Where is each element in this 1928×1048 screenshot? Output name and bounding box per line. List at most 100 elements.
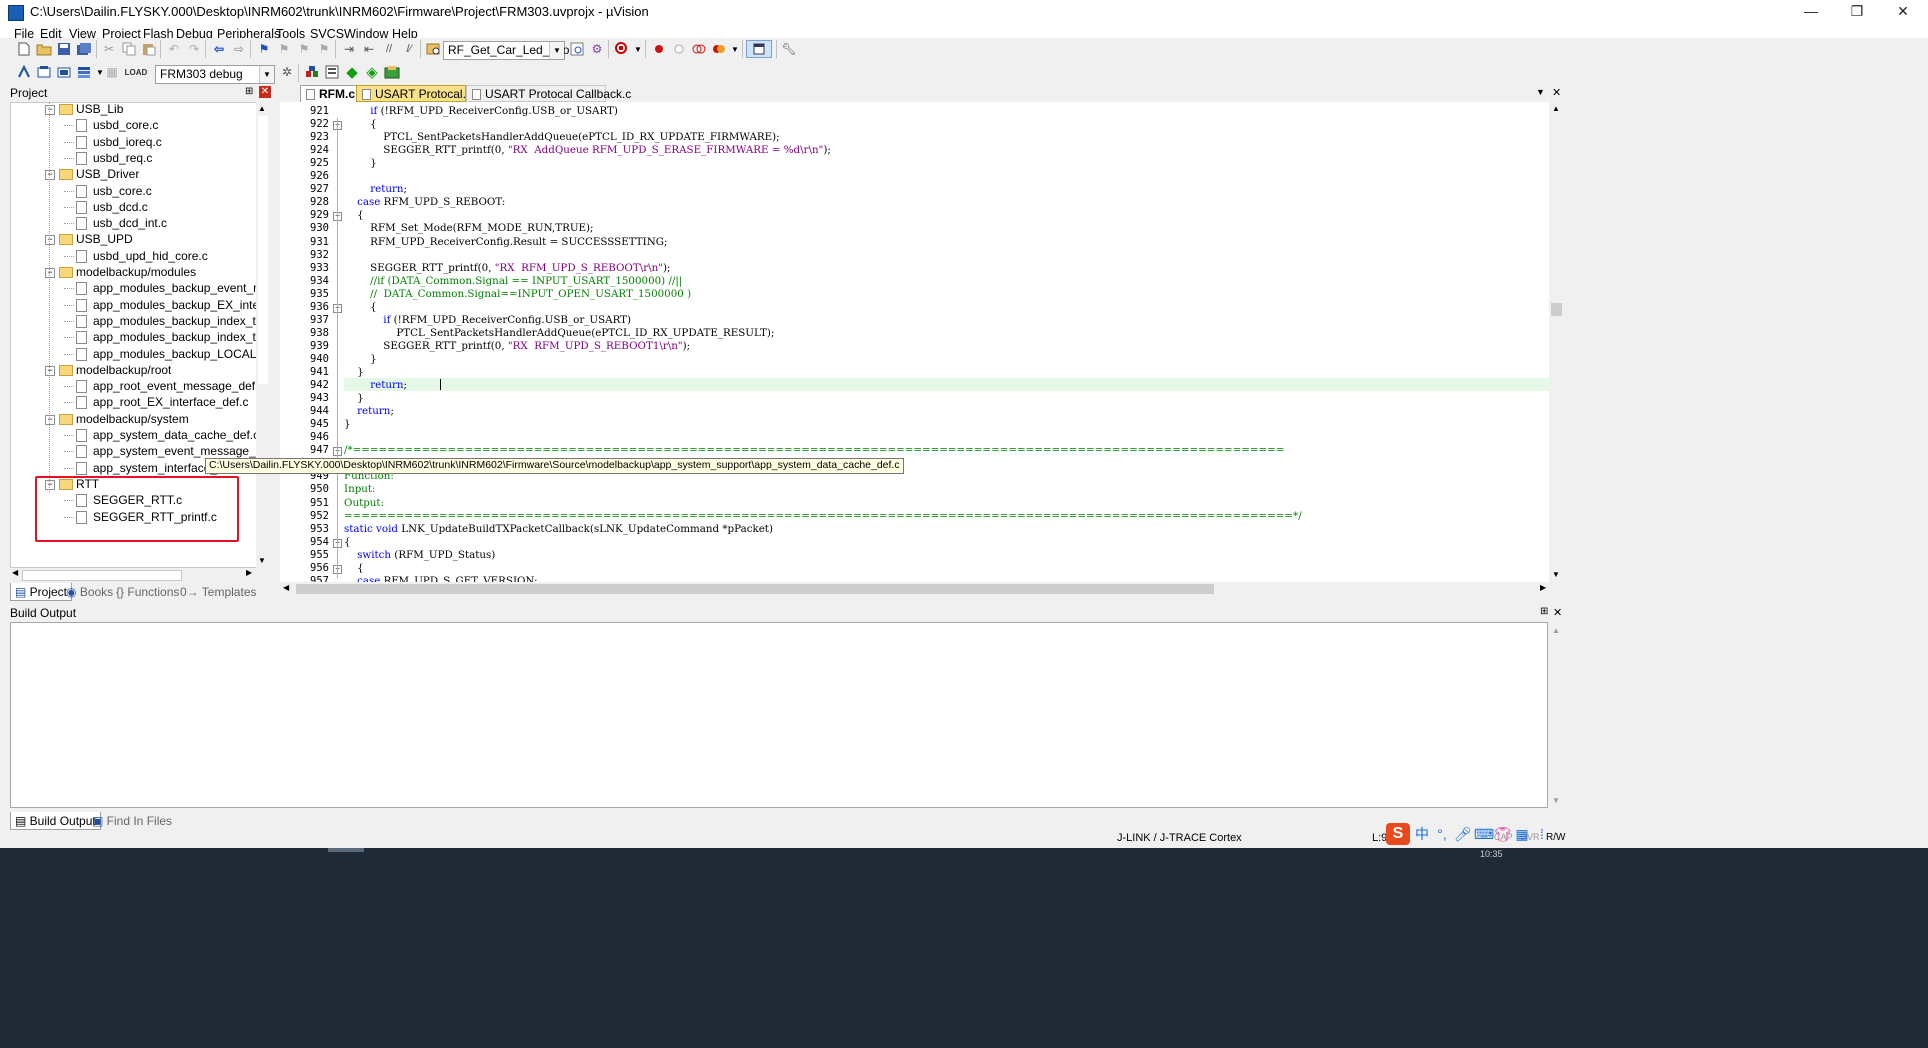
tree-collapse-toggle[interactable]: − [45,366,55,376]
tree-folder[interactable]: modelbackup/root [76,362,171,378]
tree-collapse-toggle[interactable]: − [45,170,55,180]
scroll-down-icon[interactable]: ▼ [1552,796,1560,805]
close-button[interactable]: ✕ [1880,0,1926,24]
editor-vscrollbar[interactable] [1549,102,1564,582]
tree-collapse-toggle[interactable]: − [45,235,55,245]
tree-file[interactable]: app_root_event_message_def.c [93,378,256,394]
tree-folder[interactable]: USB_UPD [76,231,133,247]
scroll-left-icon[interactable]: ◀ [283,583,289,592]
ime-menu-icon[interactable]: ⁞ [1534,826,1550,842]
manage-project-items-icon[interactable] [303,63,321,81]
uncomment-icon[interactable]: /⁄ [400,40,418,58]
scroll-right-icon[interactable]: ▶ [246,568,252,577]
comment-icon[interactable]: // [380,40,398,58]
open-file-icon[interactable] [35,40,53,58]
build-icon[interactable] [35,63,53,81]
breakpoint-disable-all-icon[interactable] [690,40,708,58]
indent-icon[interactable]: ⇥ [340,40,358,58]
scroll-up-icon[interactable]: ▲ [1552,626,1560,635]
tree-file[interactable]: usbd_upd_hid_core.c [93,248,208,264]
save-all-icon[interactable] [75,40,93,58]
tree-file[interactable]: app_modules_backup_index_table_for_ [93,329,256,345]
taskbar-active-app-indicator[interactable] [328,848,364,852]
bookmark-prev-icon[interactable]: ⚑ [275,40,293,58]
tree-file[interactable]: usbd_req.c [93,150,152,166]
tree-file[interactable]: usb_dcd.c [93,199,148,215]
configure-wrench-icon[interactable]: 🔧︎ [780,40,798,58]
tree-collapse-toggle[interactable]: − [45,105,55,115]
copy-icon[interactable] [120,40,138,58]
scroll-thumb[interactable] [22,570,182,581]
maximize-button[interactable]: ❐ [1834,0,1880,24]
scroll-up-icon[interactable]: ▲ [1552,104,1560,113]
tree-folder[interactable]: USB_Driver [76,166,139,182]
tree-file[interactable]: app_modules_backup_EX_interface_de [93,297,256,313]
redo-icon[interactable]: ↷ [185,40,203,58]
project-panel-close-icon[interactable]: ✕ [259,86,271,98]
tree-folder[interactable]: USB_Lib [76,101,123,117]
bookmark-clear-icon[interactable]: ⚑ [315,40,333,58]
download-load-icon[interactable]: LOAD [125,63,148,81]
ime-microphone-icon[interactable]: 🎤︎ [1454,826,1472,842]
tab-books[interactable]: ◉ Books [62,583,117,601]
tree-collapse-toggle[interactable]: − [45,415,55,425]
scroll-up-icon[interactable]: ▲ [258,104,266,113]
bookmark-next-icon[interactable]: ⚑ [295,40,313,58]
tree-file[interactable]: app_modules_backup_index_table.c [93,313,256,329]
scroll-down-icon[interactable]: ▼ [258,556,266,565]
new-file-icon[interactable] [15,40,33,58]
build-output-vscrollbar[interactable] [1549,622,1564,808]
tree-file[interactable]: usbd_core.c [93,117,158,133]
unindent-icon[interactable]: ⇤ [360,40,378,58]
ime-keyboard-icon[interactable]: ⌨ [1474,826,1494,842]
find-in-files-icon[interactable] [425,40,443,58]
editor-close-icon[interactable]: ✕ [1552,86,1561,99]
pack-installer-icon[interactable]: ◈ [363,63,381,81]
minimize-button[interactable]: — [1788,0,1834,24]
tree-file[interactable]: usb_core.c [93,183,152,199]
rebuild-icon[interactable] [55,63,73,81]
translate-icon[interactable] [15,63,33,81]
window-layout-icon[interactable] [746,40,772,58]
tab-templates[interactable]: 0→ Templates [176,583,261,601]
tab-usart-protocal-c[interactable]: USART Protocal.c [356,85,472,102]
function-combo[interactable]: RF_Get_Car_Led_Info ▼ [443,41,569,60]
select-packs-icon[interactable] [323,63,341,81]
build-output-close-icon[interactable]: ✕ [1553,606,1562,619]
pin-icon[interactable]: ⊞ [1540,606,1548,617]
build-output-pane[interactable] [10,622,1548,808]
tree-collapse-toggle[interactable]: − [45,268,55,278]
tree-file[interactable]: app_system_data_cache_def.c [93,427,256,443]
ime-punctuation-icon[interactable]: °, [1434,826,1450,842]
ime-toolbox-icon[interactable]: ▦ [1514,826,1530,842]
tree-folder[interactable]: modelbackup/modules [76,264,196,280]
tree-file[interactable]: app_modules_backup_event_message_ [93,280,256,296]
scroll-down-icon[interactable]: ▼ [1552,570,1560,579]
find-icon[interactable] [568,40,586,58]
tab-find-in-files[interactable]: ▣ Find In Files [88,812,176,830]
paste-icon[interactable] [140,40,158,58]
pack-installer-box-icon[interactable] [383,63,401,81]
bookmark-toggle-icon[interactable]: ⚑ [255,40,273,58]
tab-functions[interactable]: {} Functions [112,583,183,601]
scroll-thumb[interactable] [258,116,268,384]
save-icon[interactable] [55,40,73,58]
breakpoint-enable-icon[interactable] [670,40,688,58]
tree-folder[interactable]: modelbackup/system [76,411,189,427]
pin-icon[interactable]: ⊞ [245,86,253,97]
tree-file[interactable]: app_modules_backup_LOCAL_func_de [93,346,256,362]
undo-icon[interactable]: ↶ [165,40,183,58]
scroll-thumb[interactable] [1551,303,1562,316]
scroll-right-icon[interactable]: ▶ [1540,583,1546,592]
navigate-forward-icon[interactable]: ⇨ [230,40,248,58]
stop-build-icon[interactable]: ▦ [103,63,121,81]
ime-skin-icon[interactable]: 👕︎ [1494,826,1512,842]
cut-icon[interactable]: ✂ [100,40,118,58]
ime-sogou-logo[interactable]: S [1386,823,1410,845]
tree-file[interactable]: app_system_event_message_def.c [93,443,256,459]
tab-usart-protocal-callback-c[interactable]: USART Protocal Callback.c [466,85,631,102]
target-combo[interactable]: FRM303 debug ▼ [155,65,275,84]
tab-list-icon[interactable]: ▼ [1536,87,1545,97]
breakpoint-insert-icon[interactable] [650,40,668,58]
scroll-left-icon[interactable]: ◀ [12,568,18,577]
